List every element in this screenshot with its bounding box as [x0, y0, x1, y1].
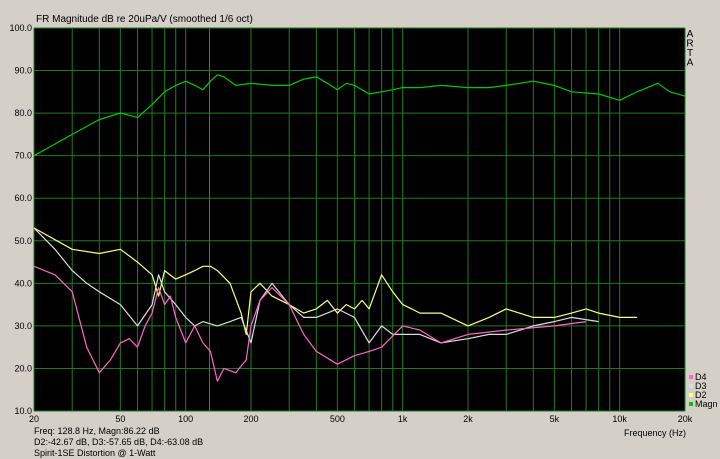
y-tick-label: 80.0	[14, 108, 32, 118]
x-tick-label: 10k	[612, 414, 627, 424]
y-tick-label: 30.0	[14, 321, 32, 331]
y-tick-label: 50.0	[14, 236, 32, 246]
x-tick-label: 100	[178, 414, 193, 424]
chart-title: FR Magnitude dB re 20uPa/V (smoothed 1/6…	[36, 14, 253, 25]
y-tick-labels: 10.020.030.040.050.060.070.080.090.0100.…	[9, 23, 32, 416]
legend-swatch-d3	[689, 384, 693, 388]
plot-area	[34, 28, 685, 411]
x-tick-label: 20	[29, 414, 39, 424]
y-tick-label: 70.0	[14, 151, 32, 161]
y-tick-label: 20.0	[14, 363, 32, 373]
legend-swatch-d2	[689, 393, 693, 397]
x-tick-labels: 20 50 100 200 500 1k 2k 5k 10k 20k	[29, 414, 693, 424]
x-tick-label: 500	[330, 414, 345, 424]
arta-brand-letter: A	[687, 58, 694, 69]
measurement-caption: Spirit-1SE Distortion @ 1-Watt	[34, 448, 156, 458]
y-tick-label: 40.0	[14, 278, 32, 288]
x-axis-label: Frequency (Hz)	[624, 428, 686, 438]
legend: D4D3D2Magn	[689, 372, 718, 409]
legend-swatch-d4	[689, 375, 693, 379]
x-tick-label: 20k	[678, 414, 693, 424]
x-tick-label: 2k	[463, 414, 473, 424]
cursor-readout-freq: Freq: 128.8 Hz, Magn:86.22 dB	[34, 426, 160, 436]
x-tick-label: 1k	[398, 414, 408, 424]
frequency-response-chart: 10.020.030.040.050.060.070.080.090.0100.…	[9, 14, 718, 438]
x-tick-label: 50	[115, 414, 125, 424]
arta-brand: ARTA	[686, 29, 693, 69]
y-tick-label: 90.0	[14, 66, 32, 76]
legend-swatch-magn	[689, 402, 693, 406]
y-tick-label: 60.0	[14, 193, 32, 203]
legend-label-magn: Magn	[695, 399, 718, 409]
x-tick-label: 5k	[550, 414, 560, 424]
cursor-readout-distortion: D2:-42.67 dB, D3:-57.65 dB, D4:-63.08 dB	[34, 437, 204, 447]
x-tick-label: 200	[243, 414, 258, 424]
y-tick-label: 100.0	[9, 23, 32, 33]
